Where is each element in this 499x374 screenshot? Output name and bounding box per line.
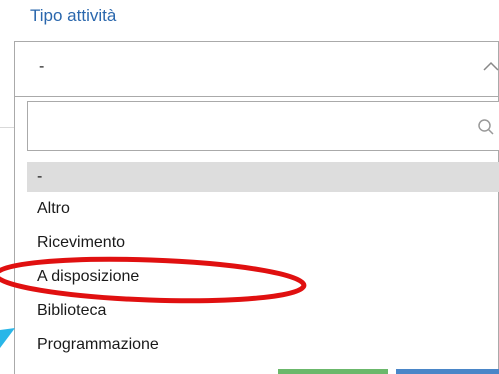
options-list: - Altro Ricevimento A disposizione Bibli… bbox=[27, 162, 499, 362]
option-altro[interactable]: Altro bbox=[27, 192, 499, 226]
bottom-blue-button-edge[interactable] bbox=[396, 369, 499, 374]
activity-type-select[interactable]: - bbox=[14, 41, 499, 97]
bottom-green-button-edge[interactable] bbox=[278, 369, 388, 374]
arrow-icon bbox=[0, 328, 15, 348]
option-programmazione[interactable]: Programmazione bbox=[27, 328, 499, 362]
search-icon bbox=[478, 119, 494, 135]
option-ricevimento[interactable]: Ricevimento bbox=[27, 226, 499, 260]
option-a-disposizione[interactable]: A disposizione bbox=[27, 260, 499, 294]
option-dash[interactable]: - bbox=[27, 162, 499, 192]
selected-value: - bbox=[39, 58, 45, 75]
dropdown-panel: - Altro Ricevimento A disposizione Bibli… bbox=[14, 96, 499, 374]
search-input[interactable] bbox=[27, 101, 499, 151]
chevron-up-icon[interactable] bbox=[482, 60, 499, 72]
option-biblioteca[interactable]: Biblioteca bbox=[27, 294, 499, 328]
field-label: Tipo attività bbox=[30, 6, 117, 25]
